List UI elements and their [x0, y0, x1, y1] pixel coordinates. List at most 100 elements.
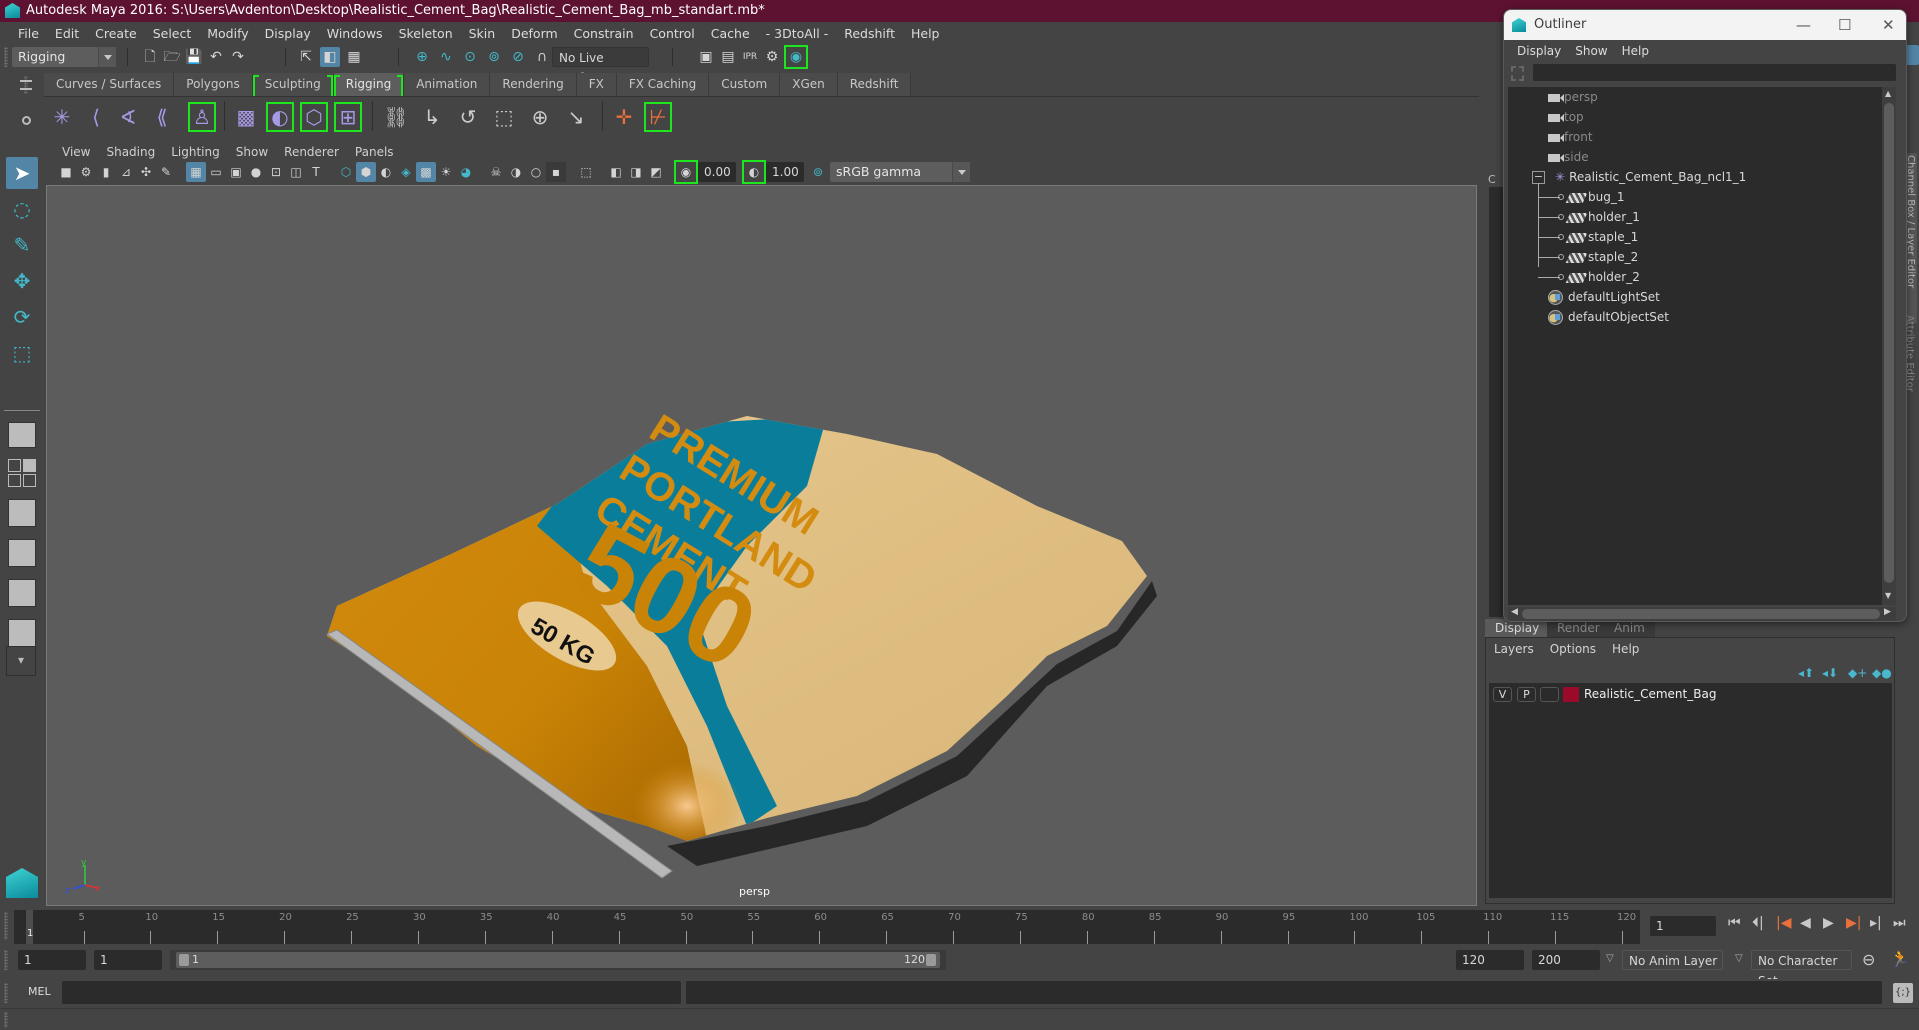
menuset-dropdown[interactable]: Rigging: [12, 47, 116, 67]
select-by-component-icon[interactable]: ▦: [344, 47, 364, 67]
grip-handle[interactable]: [4, 983, 8, 1003]
outliner-item[interactable]: staple_2: [1565, 247, 1638, 267]
minimize-button[interactable]: —: [1796, 10, 1811, 40]
lasso-tool-icon[interactable]: ◌: [6, 193, 38, 225]
single-pane-layout-icon[interactable]: [8, 422, 36, 448]
safe-action-icon[interactable]: ◫: [286, 162, 306, 182]
outliner-item[interactable]: holder_2: [1565, 267, 1640, 287]
ik-spline-handle-icon[interactable]: ∢: [114, 102, 142, 132]
grip-handle[interactable]: [4, 47, 8, 67]
grip-handle[interactable]: [4, 950, 8, 970]
layer-playback-toggle[interactable]: P: [1517, 687, 1536, 702]
maximize-button[interactable]: ☐: [1838, 10, 1851, 40]
mirror-joint-icon[interactable]: ⊬: [644, 102, 672, 132]
render-view-icon[interactable]: ▣: [696, 47, 716, 67]
grip-handle[interactable]: [4, 1012, 8, 1028]
hypershade-icon[interactable]: ◉: [784, 45, 808, 69]
xray-joints-icon[interactable]: ◩: [646, 162, 666, 182]
shelf-tab-custom[interactable]: Custom: [709, 73, 781, 96]
shelf-tab-redshift[interactable]: Redshift: [837, 73, 912, 96]
select-by-object-icon[interactable]: ◧: [320, 47, 340, 67]
exposure-icon[interactable]: ◉: [674, 160, 698, 184]
parent-constraint-icon[interactable]: ⛓: [382, 102, 410, 132]
time-slider-track[interactable]: 1 5 10 15 20 25 30 35 40 45 50 55 60 65 70 75 80 85 90 95 1…: [14, 910, 1640, 944]
menu-3dtoall[interactable]: - 3DtoAll -: [758, 26, 837, 41]
snap-to-projected-center-icon[interactable]: ⊚: [484, 47, 504, 67]
menu-skin[interactable]: Skin: [461, 26, 504, 41]
menu-constrain[interactable]: Constrain: [566, 26, 642, 41]
point-constraint-icon[interactable]: ↳: [418, 102, 446, 132]
menu-windows[interactable]: Windows: [319, 26, 391, 41]
interactive-bind-icon[interactable]: ◐: [266, 102, 294, 132]
snap-to-grid-icon[interactable]: ⊕: [412, 47, 432, 67]
select-tool-icon[interactable]: ➤: [6, 157, 38, 189]
playback-start-field[interactable]: 1: [94, 950, 162, 970]
wireframe-on-shaded-icon[interactable]: ◈: [396, 162, 416, 182]
use-all-lights-icon[interactable]: ☀: [436, 162, 456, 182]
shelf-menu-icon[interactable]: [20, 80, 32, 90]
ik-handle-icon[interactable]: ⟨: [82, 102, 110, 132]
outliner-menu-show[interactable]: Show: [1568, 40, 1614, 62]
move-tool-icon[interactable]: ✥: [6, 265, 38, 297]
viewport-menu-panels[interactable]: Panels: [347, 143, 402, 161]
persp-outliner-layout-icon[interactable]: [8, 499, 36, 527]
shelf-settings-gear-icon[interactable]: [22, 116, 31, 125]
view-transform-dropdown[interactable]: sRGB gamma: [830, 162, 970, 182]
safe-title-icon[interactable]: T: [306, 162, 326, 182]
character-set-dropdown[interactable]: No Character Set: [1751, 950, 1852, 988]
render-current-frame-icon[interactable]: ▤: [718, 47, 738, 67]
gamma-field[interactable]: 1.00: [766, 162, 804, 182]
snap-to-point-icon[interactable]: ⊙: [460, 47, 480, 67]
shelf-tab-rigging[interactable]: Rigging: [333, 73, 405, 98]
script-editor-icon[interactable]: {;}: [1893, 983, 1913, 1003]
outliner-horizontal-scrollbar[interactable]: ◀ ▶: [1508, 607, 1896, 621]
anim-layer-dropdown[interactable]: No Anim Layer: [1622, 950, 1723, 970]
snap-to-view-plane-icon[interactable]: ⊘: [508, 47, 528, 67]
outliner-item[interactable]: defaultObjectSet: [1548, 307, 1669, 327]
camera-attributes-icon[interactable]: ⚙: [76, 162, 96, 182]
shelf-tab-animation[interactable]: Animation: [404, 73, 491, 96]
go-to-end-button[interactable]: ⏭: [1893, 912, 1906, 934]
outliner-item[interactable]: front: [1548, 127, 1593, 147]
field-chart-icon[interactable]: ⊡: [266, 162, 286, 182]
isolate-select-icon[interactable]: ⬚: [576, 162, 596, 182]
menu-cache[interactable]: Cache: [703, 26, 758, 41]
layer-name[interactable]: Realistic_Cement_Bag: [1584, 687, 1716, 702]
joint-tool-icon[interactable]: ✳: [48, 102, 76, 132]
viewport-menu-shading[interactable]: Shading: [98, 143, 163, 161]
snap-to-curve-icon[interactable]: ∿: [436, 47, 456, 67]
close-button[interactable]: ✕: [1882, 10, 1895, 40]
render-settings-icon[interactable]: ⚙: [762, 47, 782, 67]
insert-joint-icon[interactable]: ⟪: [148, 102, 176, 132]
persp-graph-hypershade-layout-icon[interactable]: [8, 619, 36, 647]
play-backwards-button[interactable]: ◀: [1800, 912, 1811, 934]
layer-color-swatch[interactable]: [1563, 687, 1579, 702]
play-forwards-button[interactable]: ▶: [1823, 912, 1834, 934]
smooth-shade-icon[interactable]: ⬢: [356, 162, 376, 182]
scroll-left-arrow-icon[interactable]: ◀: [1511, 607, 1518, 617]
chevron-down-icon[interactable]: ▽: [1735, 953, 1743, 964]
filter-icon[interactable]: [1511, 66, 1524, 81]
scroll-right-arrow-icon[interactable]: ▶: [1884, 607, 1891, 617]
outliner-item[interactable]: persp: [1548, 87, 1598, 107]
grease-pencil-icon[interactable]: ✎: [156, 162, 176, 182]
shelf-tab-rendering[interactable]: Rendering: [490, 73, 577, 96]
range-slider-bar[interactable]: 1 120: [176, 952, 940, 968]
gamma-icon[interactable]: ◐: [742, 160, 766, 184]
chevron-down-icon[interactable]: ▽: [1606, 953, 1614, 964]
pole-vector-constraint-icon[interactable]: ↘: [562, 102, 590, 132]
new-layer-icon[interactable]: ◆+: [1848, 666, 1867, 680]
scrollbar-thumb[interactable]: [1522, 609, 1880, 619]
image-plane-icon[interactable]: ⊿: [116, 162, 136, 182]
cluster-icon[interactable]: ⊞: [334, 102, 362, 132]
viewport-menu-view[interactable]: View: [54, 143, 98, 161]
shadows-icon[interactable]: ◕: [456, 162, 476, 182]
shelf-tab-polygons[interactable]: Polygons: [174, 73, 253, 96]
select-by-hierarchy-icon[interactable]: ⇱: [296, 47, 316, 67]
command-language-toggle[interactable]: MEL: [28, 985, 51, 998]
open-scene-icon[interactable]: 🗁: [162, 47, 182, 67]
scale-constraint-icon[interactable]: ⬚: [490, 102, 518, 132]
ipr-render-icon[interactable]: IPR: [740, 47, 760, 67]
shelf-tab-fx[interactable]: FX: [576, 73, 617, 96]
toggle-panel-icon[interactable]: [1906, 45, 1919, 65]
